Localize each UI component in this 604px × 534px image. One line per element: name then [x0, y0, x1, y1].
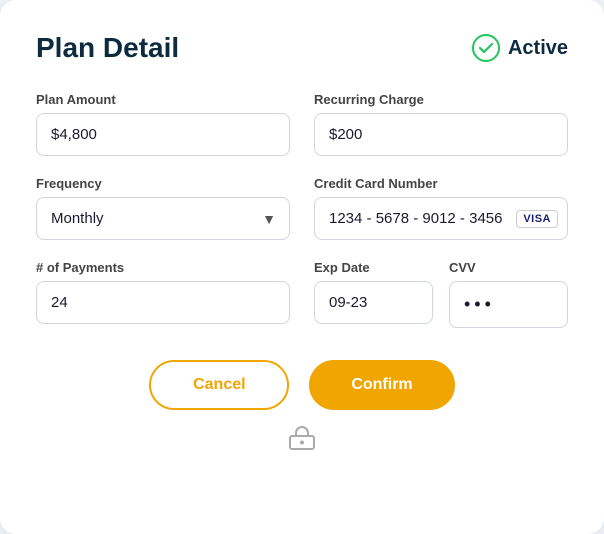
plan-amount-label: Plan Amount: [36, 92, 290, 107]
credit-card-label: Credit Card Number: [314, 176, 568, 191]
plan-amount-group: Plan Amount: [36, 92, 290, 156]
status-label: Active: [508, 37, 568, 60]
cvv-group: CVV: [449, 260, 568, 328]
exp-cvv-col: Exp Date CVV: [314, 260, 568, 328]
frequency-select-wrapper: Monthly Weekly Annually ▼: [36, 197, 290, 240]
num-payments-input[interactable]: [36, 281, 290, 324]
card-header: Plan Detail Active: [36, 32, 568, 64]
recurring-charge-input[interactable]: [314, 113, 568, 156]
plan-amount-input[interactable]: [36, 113, 290, 156]
frequency-label: Frequency: [36, 176, 290, 191]
num-payments-label: # of Payments: [36, 260, 290, 275]
cvv-input[interactable]: [449, 281, 568, 328]
exp-date-group: Exp Date: [314, 260, 433, 328]
active-check-icon: [472, 34, 500, 62]
plan-detail-card: Plan Detail Active Plan Amount Recurring…: [0, 0, 604, 534]
frequency-group: Frequency Monthly Weekly Annually ▼: [36, 176, 290, 240]
page-title: Plan Detail: [36, 32, 179, 64]
credit-card-input-wrapper: VISA: [314, 197, 568, 240]
status-badge: Active: [472, 34, 568, 62]
footer-icon-area: [36, 426, 568, 450]
exp-date-input[interactable]: [314, 281, 433, 324]
visa-badge: VISA: [516, 210, 558, 228]
num-payments-group: # of Payments: [36, 260, 290, 328]
exp-cvv-row: Exp Date CVV: [314, 260, 568, 328]
form-grid: Plan Amount Recurring Charge Frequency M…: [36, 92, 568, 328]
confirm-button[interactable]: Confirm: [309, 360, 454, 410]
lock-icon: [288, 426, 316, 450]
frequency-select[interactable]: Monthly Weekly Annually: [36, 197, 290, 240]
cancel-button[interactable]: Cancel: [149, 360, 289, 410]
cvv-label: CVV: [449, 260, 568, 275]
button-row: Cancel Confirm: [36, 360, 568, 410]
exp-date-label: Exp Date: [314, 260, 433, 275]
credit-card-group: Credit Card Number VISA: [314, 176, 568, 240]
recurring-charge-label: Recurring Charge: [314, 92, 568, 107]
recurring-charge-group: Recurring Charge: [314, 92, 568, 156]
